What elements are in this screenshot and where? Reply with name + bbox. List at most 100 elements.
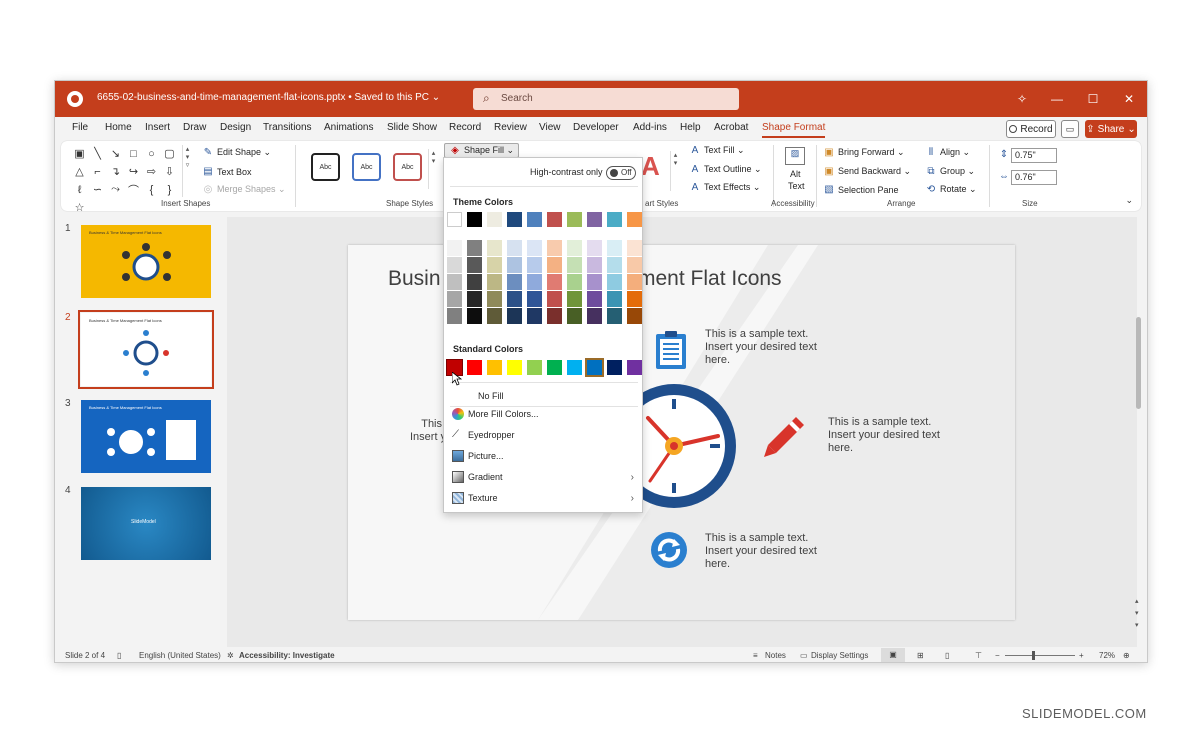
theme-shade-swatch[interactable]: [467, 274, 482, 290]
merge-shapes-button[interactable]: ◎ Merge Shapes ⌄: [202, 184, 286, 195]
theme-color-swatch[interactable]: [547, 212, 562, 227]
theme-shade-swatch[interactable]: [627, 308, 642, 324]
shape-style-1[interactable]: Abc: [311, 153, 340, 181]
tab-shape-format[interactable]: Shape Format: [762, 122, 826, 138]
theme-shade-swatch[interactable]: [627, 257, 642, 273]
theme-shade-swatch[interactable]: [507, 240, 522, 256]
tab-slide-show[interactable]: Slide Show: [387, 122, 437, 133]
slide-sorter-icon[interactable]: ⊞: [917, 651, 924, 660]
theme-shade-swatch[interactable]: [627, 240, 642, 256]
pencil-icon[interactable]: [762, 415, 806, 459]
theme-shade-swatch[interactable]: [507, 257, 522, 273]
line-shape-icon[interactable]: ╲: [89, 145, 106, 162]
standard-color-swatch[interactable]: [567, 360, 582, 375]
spelling-icon[interactable]: ▯: [117, 651, 121, 660]
zoom-out-icon[interactable]: −: [995, 651, 1000, 660]
theme-color-swatch[interactable]: [607, 212, 622, 227]
normal-view-icon[interactable]: ▣: [881, 648, 905, 662]
sample-text-bottom[interactable]: This is a sample text. Insert your desir…: [705, 532, 817, 571]
minimize-button[interactable]: —: [1039, 81, 1075, 117]
gradient-item[interactable]: Gradient ›: [452, 467, 638, 487]
next-slide-icon[interactable]: ▾: [1135, 609, 1139, 617]
eyedropper-item[interactable]: ⟋ Eyedropper: [452, 425, 638, 445]
curved-connector-shape-icon[interactable]: ⤳: [107, 181, 124, 198]
clipboard-icon[interactable]: [653, 329, 689, 371]
theme-shade-swatch[interactable]: [547, 308, 562, 324]
oval-shape-icon[interactable]: ○: [143, 145, 160, 162]
sample-text-left[interactable]: This: [420, 418, 442, 431]
tab-record[interactable]: Record: [449, 122, 481, 133]
theme-shade-swatch[interactable]: [507, 308, 522, 324]
bring-forward-button[interactable]: ▣ Bring Forward ⌄: [823, 147, 904, 158]
texture-item[interactable]: Texture ›: [452, 488, 638, 508]
share-button[interactable]: ⇪ Share ⌄: [1085, 120, 1137, 138]
theme-shade-swatch[interactable]: [547, 291, 562, 307]
theme-shade-swatch[interactable]: [627, 274, 642, 290]
lightbulb-icon[interactable]: ✧: [1005, 81, 1039, 117]
rotate-button[interactable]: ⟲ Rotate ⌄: [925, 184, 977, 195]
text-effects-button[interactable]: A Text Effects ⌄: [689, 182, 761, 193]
theme-shade-swatch[interactable]: [447, 291, 462, 307]
textbox-shape-icon[interactable]: ▣: [71, 145, 88, 162]
tab-animations[interactable]: Animations: [324, 122, 373, 133]
theme-shade-swatch[interactable]: [547, 274, 562, 290]
theme-shade-swatch[interactable]: [607, 308, 622, 324]
zoom-in-icon[interactable]: +: [1079, 651, 1084, 660]
theme-shade-swatch[interactable]: [567, 240, 582, 256]
theme-shade-swatch[interactable]: [447, 274, 462, 290]
theme-shade-swatch[interactable]: [487, 257, 502, 273]
zoom-slider[interactable]: [1005, 655, 1075, 656]
text-box-button[interactable]: ▤ Text Box: [202, 166, 251, 177]
text-outline-button[interactable]: A Text Outline ⌄: [689, 164, 762, 175]
shape-styles-scroll[interactable]: ▴ ▾: [428, 149, 438, 189]
theme-shade-swatch[interactable]: [467, 240, 482, 256]
shape-fill-button[interactable]: ◈ Shape Fill ⌄: [444, 143, 520, 158]
alt-text-line2[interactable]: Text: [788, 181, 805, 191]
theme-shade-swatch[interactable]: [507, 274, 522, 290]
theme-shade-swatch[interactable]: [447, 240, 462, 256]
theme-shade-swatch[interactable]: [527, 291, 542, 307]
comments-button[interactable]: ▭: [1061, 120, 1079, 138]
scrollbar-thumb[interactable]: [1136, 317, 1141, 409]
align-button[interactable]: ⫴ Align ⌄: [925, 147, 970, 158]
selection-pane-button[interactable]: ▧ Selection Pane: [823, 184, 898, 195]
record-button[interactable]: Record: [1006, 120, 1056, 138]
theme-shade-swatch[interactable]: [607, 274, 622, 290]
standard-color-swatch[interactable]: [527, 360, 542, 375]
zoom-level[interactable]: 72%: [1099, 651, 1115, 660]
tab-file[interactable]: File: [72, 122, 88, 133]
send-backward-button[interactable]: ▣ Send Backward ⌄: [823, 166, 911, 177]
tab-add-ins[interactable]: Add-ins: [633, 122, 667, 133]
editor-scrollbar[interactable]: ▴ ▾ ▾: [1134, 217, 1144, 647]
theme-shade-swatch[interactable]: [527, 308, 542, 324]
theme-color-swatch[interactable]: [587, 212, 602, 227]
document-title[interactable]: 6655-02-business-and-time-management-fla…: [97, 92, 440, 103]
tab-draw[interactable]: Draw: [183, 122, 206, 133]
high-contrast-toggle[interactable]: Off: [606, 166, 636, 180]
prev-slide-icon[interactable]: ▴: [1135, 597, 1139, 605]
theme-color-swatch[interactable]: [627, 212, 642, 227]
theme-shade-swatch[interactable]: [507, 291, 522, 307]
sample-text-top[interactable]: This is a sample text. Insert your desir…: [705, 328, 817, 367]
scroll-down-icon[interactable]: ▾: [1135, 621, 1139, 629]
display-settings-button[interactable]: Display Settings: [811, 651, 868, 660]
theme-shade-swatch[interactable]: [587, 291, 602, 307]
slide-thumbnail-2[interactable]: Business & Time Management Flat Icons: [78, 310, 214, 389]
rounded-rect-shape-icon[interactable]: ▢: [161, 145, 178, 162]
wordart-sample-icon[interactable]: A: [641, 151, 660, 182]
accessibility-status[interactable]: Accessibility: Investigate: [239, 651, 335, 660]
no-fill-item[interactable]: No Fill: [452, 386, 638, 406]
theme-shade-swatch[interactable]: [627, 291, 642, 307]
language-status[interactable]: English (United States): [139, 651, 221, 660]
shape-gallery[interactable]: ▣ ╲ ↘ □ ○ ▢ △ ⌐ ↴ ↪ ⇨ ⇩ ℓ ∽ ⤳ ⌒ { } ☆: [71, 145, 179, 215]
text-fill-button[interactable]: A Text Fill ⌄: [689, 145, 745, 156]
alt-text-icon[interactable]: ▨: [785, 147, 805, 165]
group-button[interactable]: ⧉ Group ⌄: [925, 166, 975, 177]
picture-item[interactable]: Picture...: [452, 446, 638, 466]
tab-developer[interactable]: Developer: [573, 122, 619, 133]
tab-acrobat[interactable]: Acrobat: [714, 122, 748, 133]
theme-shade-swatch[interactable]: [567, 291, 582, 307]
theme-shade-swatch[interactable]: [587, 274, 602, 290]
theme-shade-swatch[interactable]: [467, 257, 482, 273]
height-field[interactable]: 0.75": [1011, 148, 1057, 163]
